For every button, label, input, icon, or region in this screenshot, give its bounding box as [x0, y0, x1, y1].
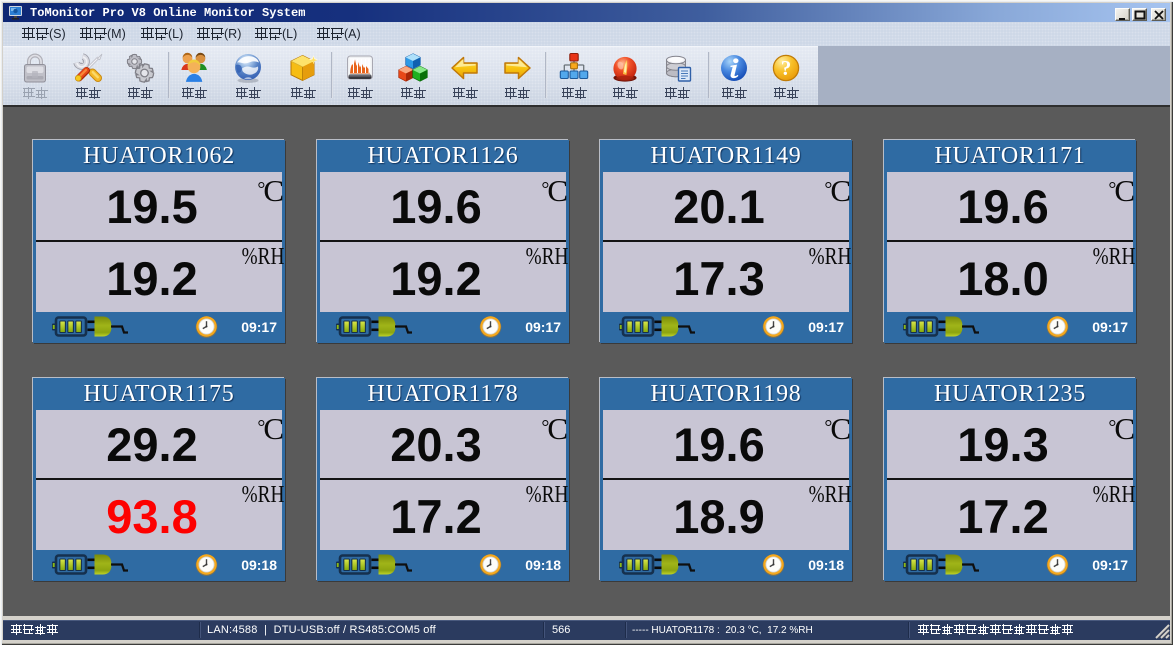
svg-text:?: ?	[781, 56, 792, 80]
